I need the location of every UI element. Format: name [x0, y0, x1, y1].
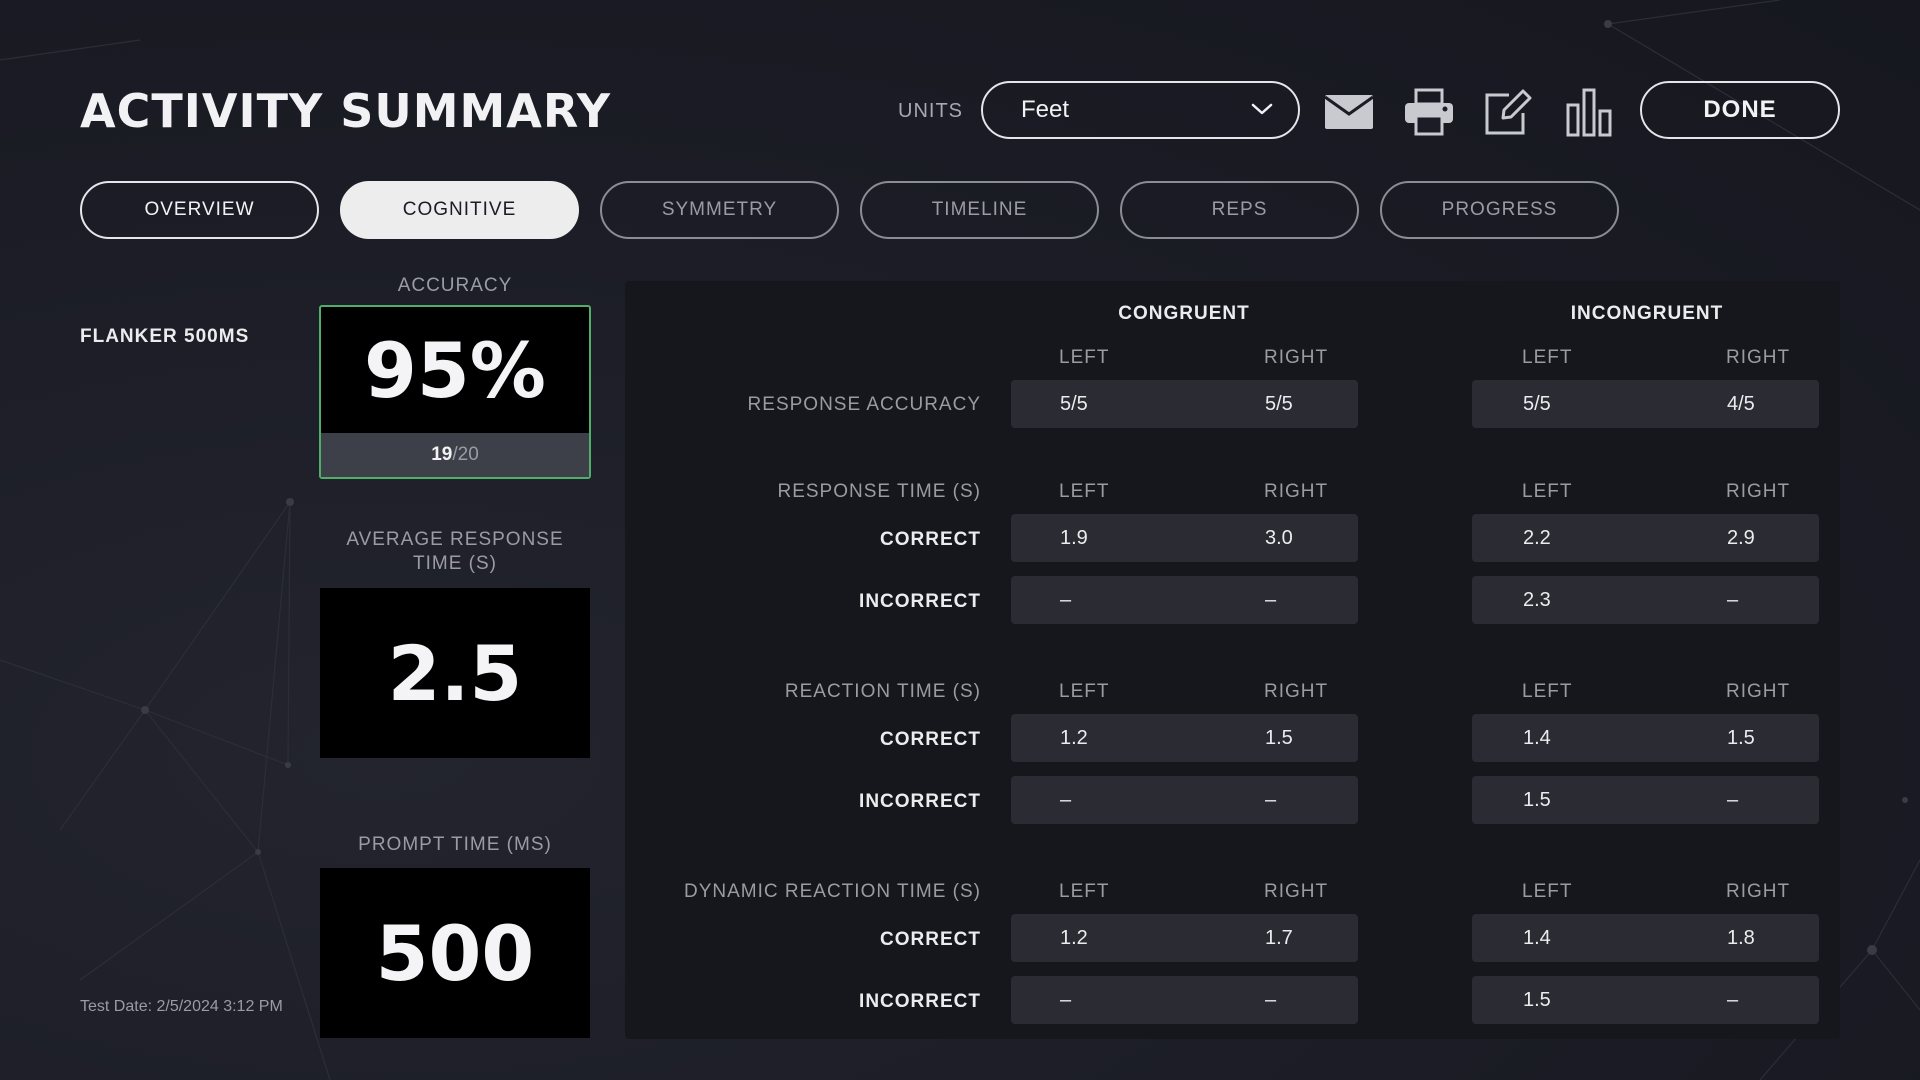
response-time-left-header: LEFT [1059, 481, 1110, 502]
response-time-incorrect-row-cell: – [1060, 589, 1072, 611]
reaction-time-correct-row-cell: 1.5 [1727, 727, 1755, 749]
reaction-time-incorrect-label: INCORRECT [859, 791, 981, 812]
dynamic-reaction-time-incorrect-label: INCORRECT [859, 991, 981, 1012]
prompt-time-label: PROMPT TIME (MS) [358, 834, 552, 855]
accuracy-left-header: LEFT [1522, 347, 1573, 368]
dynamic-reaction-time-incorrect-row-cell: – [1727, 989, 1739, 1011]
activity-name: FLANKER 500MS [80, 326, 250, 347]
dynamic-reaction-time-correct-row-cell: 1.7 [1265, 927, 1293, 949]
accuracy-correct: 19 [431, 444, 453, 465]
tab-reps[interactable]: REPS [1120, 181, 1359, 239]
avg-response-label-line1: AVERAGE RESPONSE [346, 529, 564, 550]
response-time-incorrect-label: INCORRECT [859, 591, 981, 612]
dynamic-reaction-time-right-header: RIGHT [1726, 881, 1791, 902]
reaction-time-correct-row-cell: 1.5 [1265, 727, 1293, 749]
dynamic-reaction-time-left-header: LEFT [1059, 881, 1110, 902]
response-time-correct-row-cell: 2.2 [1523, 527, 1551, 549]
mail-icon[interactable] [1321, 84, 1377, 140]
accuracy-left-header: LEFT [1059, 347, 1110, 368]
reaction-time-right-header: RIGHT [1264, 681, 1329, 702]
response-accuracy-label: RESPONSE ACCURACY [747, 394, 981, 415]
test-date: Test Date: 2/5/2024 3:12 PM [80, 998, 283, 1015]
reaction-time-left-header: LEFT [1522, 681, 1573, 702]
response-time-label: RESPONSE TIME (S) [777, 481, 981, 502]
reaction-time-correct-label: CORRECT [880, 729, 981, 750]
tab-cognitive[interactable]: COGNITIVE [340, 181, 579, 239]
units-label: UNITS [898, 100, 963, 122]
chart-icon[interactable] [1561, 84, 1617, 140]
response-time-correct-row-cell: 3.0 [1265, 527, 1293, 549]
reaction-time-left-header: LEFT [1059, 681, 1110, 702]
avg-response-value: 2.5 [320, 588, 590, 758]
accuracy-label: ACCURACY [397, 275, 513, 296]
response-time-incorrect-row-cell: 2.3 [1523, 589, 1551, 611]
accuracy-right-header: RIGHT [1264, 347, 1329, 368]
dynamic-reaction-time-correct-row-cell: 1.2 [1060, 927, 1088, 949]
tab-symmetry[interactable]: SYMMETRY [600, 181, 839, 239]
done-button[interactable]: DONE [1640, 81, 1840, 139]
reaction-time-correct-row-cell: 1.4 [1523, 727, 1551, 749]
response-accuracy-row-cell: 5/5 [1265, 393, 1293, 415]
avg-response-label-line2: TIME (S) [413, 553, 497, 574]
group-incongruent: INCONGRUENT [1570, 303, 1724, 324]
response-time-correct-row-cell: 2.9 [1727, 527, 1755, 549]
units-dropdown[interactable]: Feet [981, 81, 1300, 139]
dynamic-reaction-time-incorrect-row-cell: – [1060, 989, 1072, 1011]
response-accuracy-row-cell: 5/5 [1523, 393, 1551, 415]
response-time-incorrect-row-cell: – [1727, 589, 1739, 611]
units-dropdown-value: Feet [1021, 96, 1070, 123]
reaction-time-right-header: RIGHT [1726, 681, 1791, 702]
reaction-time-label: REACTION TIME (S) [784, 681, 981, 702]
accuracy-card: 95% 19/20 [319, 305, 591, 479]
dynamic-reaction-time-label: DYNAMIC REACTION TIME (S) [684, 881, 981, 902]
response-time-incorrect-row-cell: – [1265, 589, 1277, 611]
dynamic-reaction-time-right-header: RIGHT [1264, 881, 1329, 902]
response-time-right-header: RIGHT [1726, 481, 1791, 502]
tab-timeline[interactable]: TIMELINE [860, 181, 1099, 239]
dynamic-reaction-time-correct-row-cell: 1.4 [1523, 927, 1551, 949]
reaction-time-incorrect-row-cell: – [1060, 789, 1072, 811]
reaction-time-incorrect-row-cell: – [1727, 789, 1739, 811]
chevron-down-icon [1250, 96, 1274, 124]
reaction-time-incorrect-row-cell: – [1265, 789, 1277, 811]
tab-progress[interactable]: PROGRESS [1380, 181, 1619, 239]
accuracy-total: /20 [452, 444, 479, 465]
group-congruent: CONGRUENT [1118, 303, 1250, 324]
response-time-right-header: RIGHT [1264, 481, 1329, 502]
prompt-time-value: 500 [320, 868, 590, 1038]
dynamic-reaction-time-left-header: LEFT [1522, 881, 1573, 902]
response-time-correct-row-cell: 1.9 [1060, 527, 1088, 549]
accuracy-count: 19/20 [321, 433, 589, 477]
dynamic-reaction-time-correct-row-cell: 1.8 [1727, 927, 1755, 949]
accuracy-value: 95% [364, 325, 546, 415]
response-accuracy-row-cell: 4/5 [1727, 393, 1755, 415]
dynamic-reaction-time-incorrect-row-cell: 1.5 [1523, 989, 1551, 1011]
response-time-correct-label: CORRECT [880, 529, 981, 550]
accuracy-right-header: RIGHT [1726, 347, 1791, 368]
print-icon[interactable] [1401, 84, 1457, 140]
reaction-time-incorrect-row-cell: 1.5 [1523, 789, 1551, 811]
response-time-left-header: LEFT [1522, 481, 1573, 502]
reaction-time-correct-row-cell: 1.2 [1060, 727, 1088, 749]
tab-overview[interactable]: OVERVIEW [80, 181, 319, 239]
edit-icon[interactable] [1480, 84, 1536, 140]
dynamic-reaction-time-correct-label: CORRECT [880, 929, 981, 950]
avg-response-label: AVERAGE RESPONSE TIME (S) [319, 528, 591, 576]
page-title: ACTIVITY SUMMARY [80, 84, 612, 138]
response-accuracy-row-cell: 5/5 [1060, 393, 1088, 415]
dynamic-reaction-time-incorrect-row-cell: – [1265, 989, 1277, 1011]
